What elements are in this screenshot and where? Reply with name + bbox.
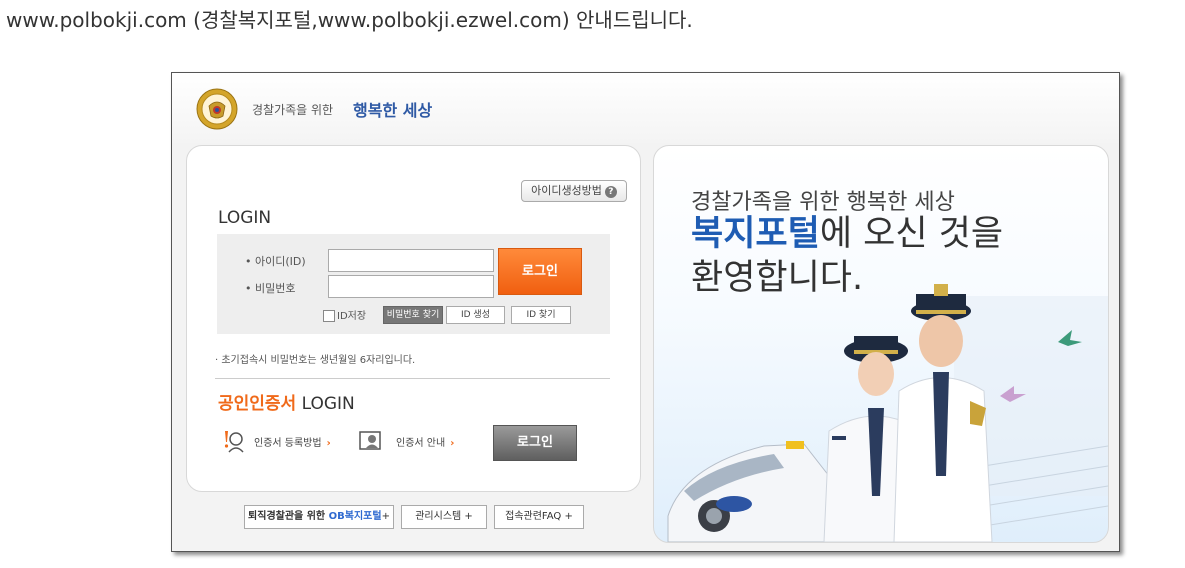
hero-banner: 경찰가족을 위한 행복한 세상 복지포털에 오신 것을 환영합니다. xyxy=(653,145,1109,543)
portal-screenshot: 경찰가족을 위한 행복한 세상 아이디생성방법? LOGIN • 아이디(ID)… xyxy=(171,72,1120,552)
id-help-button[interactable]: 아이디생성방법? xyxy=(521,180,627,202)
hero-headline-line2: 환영합니다. xyxy=(691,258,864,298)
brand-tagline: 경찰가족을 위한 xyxy=(252,103,334,117)
admin-system-link[interactable]: 관리시스템 + xyxy=(401,505,487,529)
faq-link[interactable]: 접속관련FAQ + xyxy=(494,505,584,529)
login-button[interactable]: 로그인 xyxy=(498,248,582,295)
hero-headline: 복지포털에 오신 것을 xyxy=(691,214,1004,254)
cert-login-button[interactable]: 로그인 xyxy=(493,425,577,461)
hero-subtitle: 경찰가족을 위한 행복한 세상 xyxy=(691,190,955,215)
divider xyxy=(215,378,610,379)
ob-portal-link[interactable]: 퇴직경찰관을 위한 OB복지포털+ xyxy=(244,505,394,529)
login-form: • 아이디(ID) • 비밀번호 로그인 ID저장 비밀번호 찾기 ID 생성 … xyxy=(217,234,610,334)
cert-guide-icon xyxy=(359,431,381,450)
intro-text: www.polbokji.com (경찰복지포털,www.polbokji.ez… xyxy=(6,8,693,32)
find-password-button[interactable]: 비밀번호 찾기 xyxy=(383,306,443,324)
checkbox-icon xyxy=(323,310,335,322)
cert-register-link[interactable]: 인증서 등록방법 › xyxy=(254,434,331,449)
id-label: • 아이디(ID) xyxy=(245,255,306,268)
find-id-button[interactable]: ID 찾기 xyxy=(511,306,571,324)
password-label: • 비밀번호 xyxy=(245,282,296,295)
brand-title: 행복한 세상 xyxy=(353,101,433,120)
create-id-button[interactable]: ID 생성 xyxy=(446,306,505,324)
initial-password-notice: · 초기접속시 비밀번호는 생년월일 6자리입니다. xyxy=(215,355,416,366)
password-input[interactable] xyxy=(328,275,494,298)
id-input[interactable] xyxy=(328,249,494,272)
login-panel: 아이디생성방법? LOGIN • 아이디(ID) • 비밀번호 로그인 ID저장… xyxy=(186,145,641,492)
cert-login-title: 공인인증서 LOGIN xyxy=(218,394,355,414)
question-icon: ? xyxy=(604,186,617,198)
portal-header: 경찰가족을 위한 행복한 세상 xyxy=(172,73,1119,143)
police-emblem-icon xyxy=(196,88,238,130)
cert-guide-link[interactable]: 인증서 안내 › xyxy=(396,434,454,449)
cert-register-icon xyxy=(224,431,244,453)
id-help-label: 아이디생성방법 xyxy=(531,184,602,197)
save-id-checkbox[interactable]: ID저장 xyxy=(323,307,366,322)
login-title: LOGIN xyxy=(218,208,272,228)
